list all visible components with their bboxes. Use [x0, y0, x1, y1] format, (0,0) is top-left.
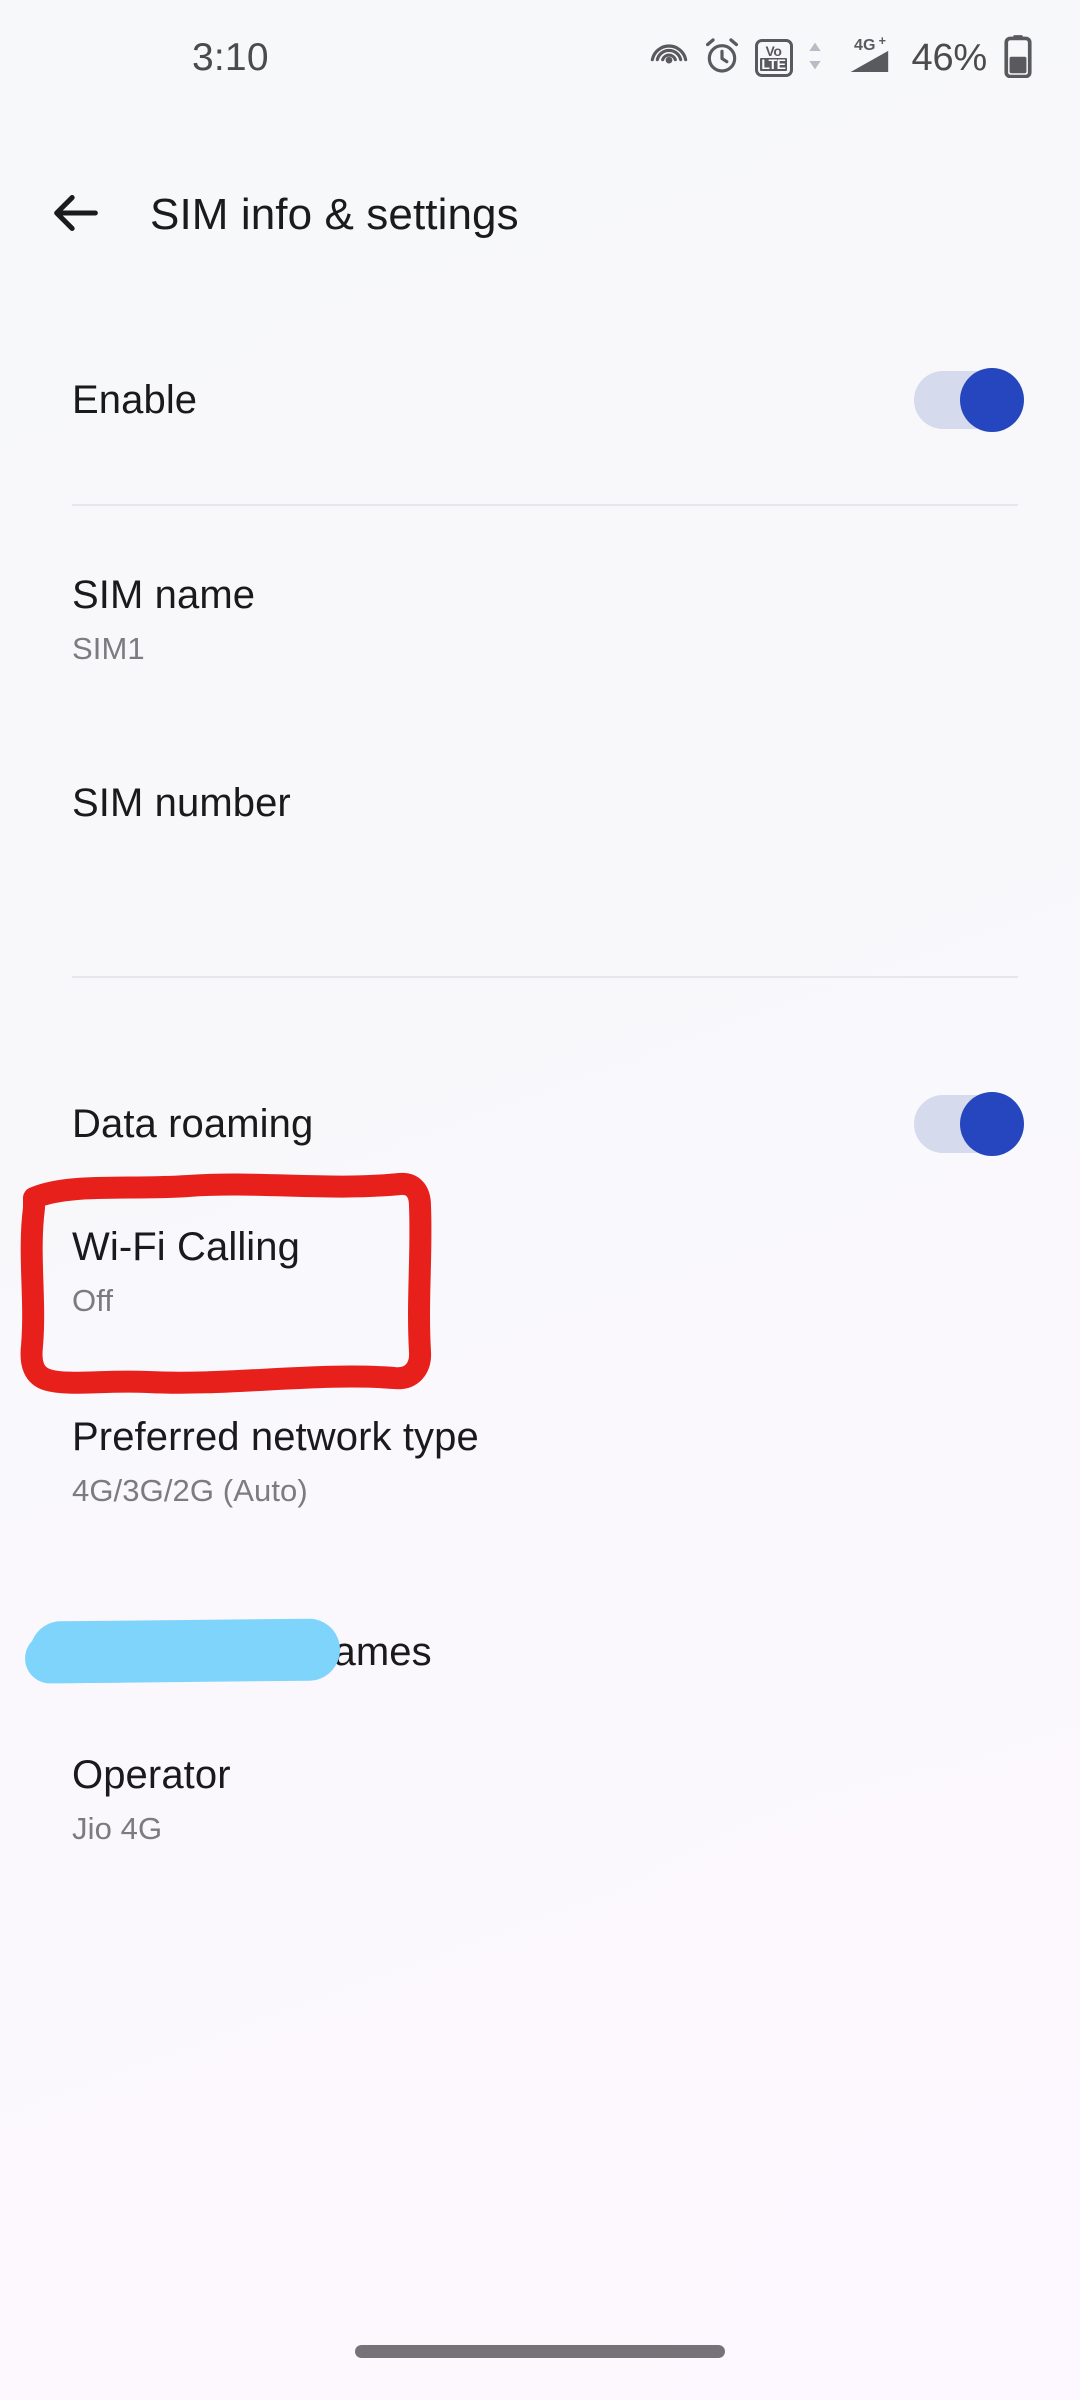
row-wifi-calling-title: Wi-Fi Calling	[72, 1225, 300, 1269]
row-operator[interactable]: Operator Jio 4G	[0, 1748, 1080, 1852]
svg-text:4G: 4G	[854, 36, 875, 54]
row-preferred-network-type-subtitle: 4G/3G/2G (Auto)	[72, 1473, 308, 1508]
signal-icon: 4G +	[837, 34, 895, 82]
row-operator-title: Operator	[72, 1753, 231, 1797]
row-preferred-network-type[interactable]: Preferred network type 4G/3G/2G (Auto)	[0, 1410, 1080, 1514]
phone-screen: 3:10 Vo LTE 4G + 46% SIM info & settings…	[0, 0, 1080, 2400]
volte-bottom-label: LTE	[760, 56, 787, 72]
volte-icon: Vo LTE	[754, 39, 793, 77]
toggle-thumb	[960, 368, 1024, 432]
row-data-roaming[interactable]: Data roaming	[0, 1072, 1080, 1176]
back-button[interactable]	[28, 167, 124, 263]
divider-1	[0, 504, 1080, 506]
row-wifi-calling[interactable]: Wi-Fi Calling Off	[0, 1220, 1080, 1324]
status-icons: Vo LTE 4G + 46%	[649, 34, 1034, 83]
data-arrows-icon	[806, 36, 824, 81]
hotspot-icon	[649, 36, 689, 81]
battery-icon	[1002, 34, 1034, 83]
gesture-nav-pill[interactable]	[355, 2345, 725, 2358]
toggle-thumb	[960, 1092, 1024, 1156]
alarm-icon	[702, 36, 742, 81]
row-sim-number-title: SIM number	[72, 781, 291, 825]
row-sim-name-subtitle: SIM1	[72, 631, 145, 666]
row-sim-name[interactable]: SIM name SIM1	[0, 568, 1080, 672]
battery-percent-label: 46%	[911, 36, 988, 79]
back-arrow-icon	[47, 184, 105, 247]
row-enable-title: Enable	[72, 378, 198, 422]
sim-number-redaction-mark	[29, 1618, 341, 1684]
enable-toggle[interactable]	[914, 368, 1024, 432]
status-clock: 3:10	[192, 36, 269, 79]
page-title: SIM info & settings	[150, 190, 519, 239]
data-roaming-toggle[interactable]	[914, 1092, 1024, 1156]
divider-2	[0, 976, 1080, 978]
app-bar: SIM info & settings	[0, 155, 1080, 275]
row-operator-subtitle: Jio 4G	[72, 1811, 163, 1846]
row-sim-number[interactable]: SIM number	[0, 754, 1080, 858]
status-bar: 3:10 Vo LTE 4G + 46%	[0, 0, 1080, 112]
row-enable[interactable]: Enable	[0, 348, 1080, 452]
row-sim-name-title: SIM name	[72, 573, 256, 617]
svg-text:+: +	[878, 35, 885, 48]
row-data-roaming-title: Data roaming	[72, 1102, 314, 1146]
row-preferred-network-type-title: Preferred network type	[72, 1415, 479, 1459]
row-wifi-calling-subtitle: Off	[72, 1283, 114, 1318]
